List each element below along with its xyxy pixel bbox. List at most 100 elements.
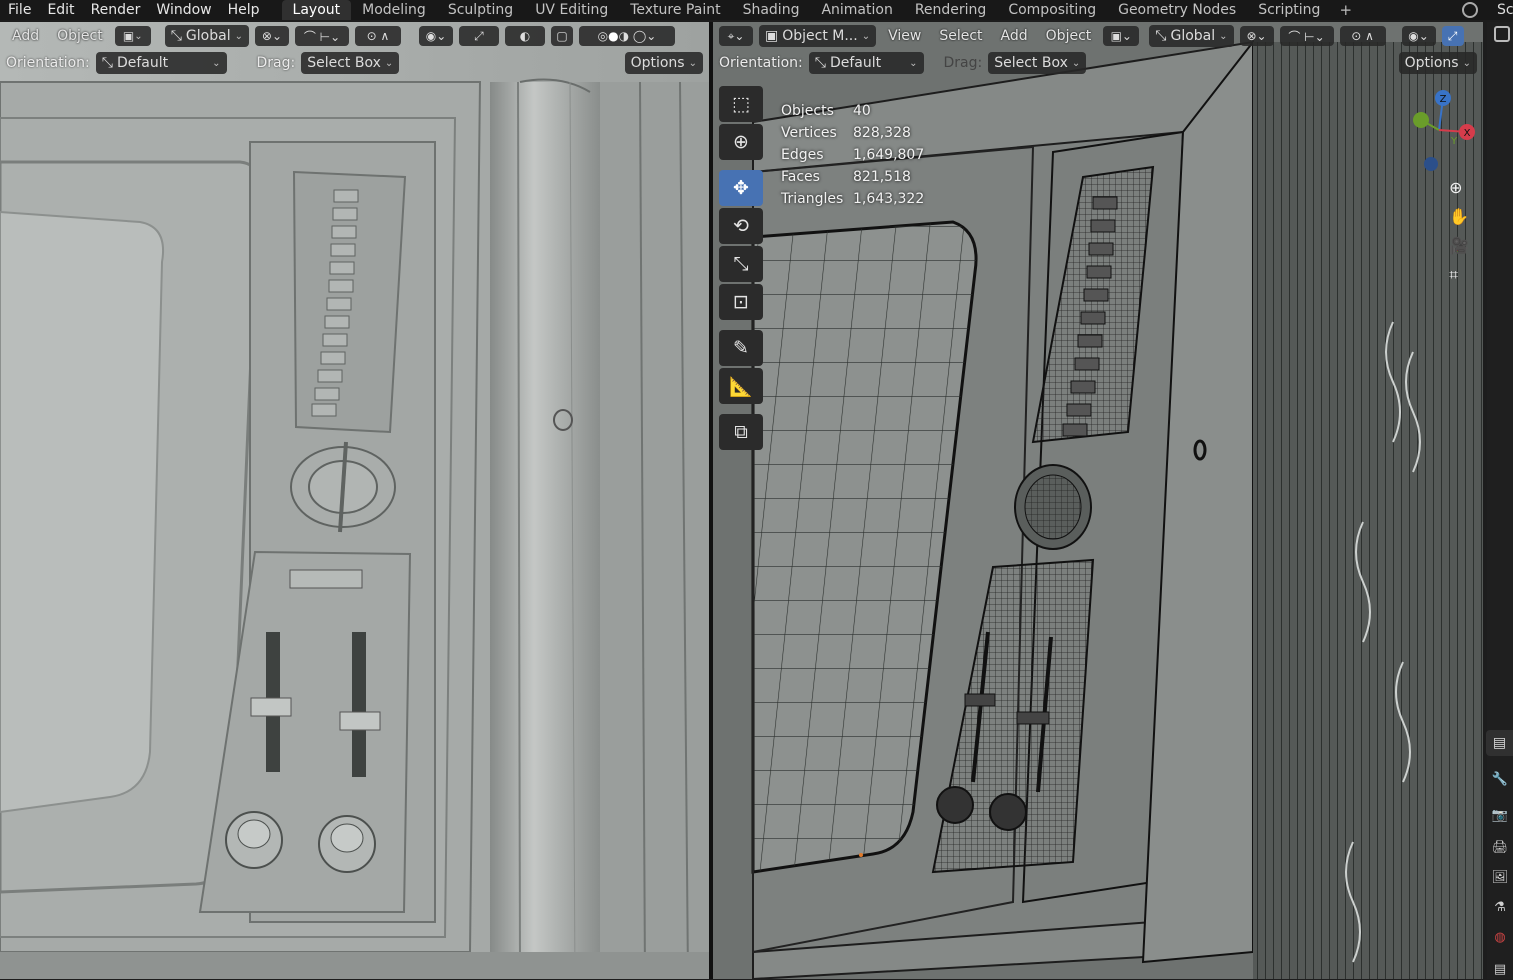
zoom-icon[interactable]: ⊕	[1449, 178, 1469, 197]
outliner-toggle-icon[interactable]	[1494, 26, 1510, 42]
left-proportional-edit-icon[interactable]: ⊙ ∧	[354, 26, 401, 46]
measure-tool[interactable]: 📐	[719, 368, 763, 404]
chevron-down-icon: ⌄	[1219, 30, 1228, 42]
orientation-gizmo-icon: ⤡	[170, 28, 182, 44]
tab-geometry-nodes[interactable]: Geometry Nodes	[1107, 0, 1247, 20]
menu-render[interactable]: Render	[83, 0, 149, 20]
left-orientation-value: Global	[185, 28, 231, 44]
axis-y-label: Y	[1450, 136, 1458, 147]
right-drag-dropdown[interactable]: Select Box ⌄	[988, 52, 1087, 74]
stat-value: 40	[853, 103, 871, 119]
collection-properties-icon[interactable]: ▤	[1491, 962, 1509, 980]
right-pivot-icon[interactable]: ⊗⌄	[1239, 26, 1274, 46]
rotate-tool[interactable]: ⟲	[719, 208, 763, 244]
right-orientation-dropdown[interactable]: ⤡ Default ⌄	[808, 52, 924, 74]
stat-label: Edges	[781, 147, 824, 163]
left-drag-label: Drag:	[256, 55, 296, 71]
right-orientation-dropdown-value: Default	[829, 55, 882, 71]
right-visibility-icon[interactable]: ◉⌄	[1401, 26, 1436, 46]
right-gizmo-icon[interactable]: ⤢	[1441, 26, 1464, 46]
stat-row-edges: Edges 1,649,807	[781, 144, 924, 166]
stat-row-faces: Faces 821,518	[781, 166, 924, 188]
viewport-right-wireframe[interactable]: ⌖⌄ ▣ Object M... ⌄ View Select Add Object …	[713, 22, 1483, 979]
right-view-menu[interactable]: View	[882, 25, 927, 47]
add-workspace-button[interactable]: +	[1331, 0, 1360, 20]
left-transform-orientation[interactable]: ⤡ Global ⌄	[164, 25, 249, 47]
world-properties-icon[interactable]: ◍	[1491, 930, 1509, 948]
left-object-menu[interactable]: Object	[51, 25, 109, 47]
left-object-type-visibility[interactable]: ▣ ⌄	[114, 26, 151, 46]
tab-rendering[interactable]: Rendering	[904, 0, 998, 20]
sidebar-toggle-handle[interactable]: ▤	[1486, 730, 1513, 756]
left-xray-icon[interactable]: ▢	[550, 26, 573, 46]
right-add-menu[interactable]: Add	[995, 25, 1034, 47]
mode-selector-value: Object M...	[782, 28, 858, 44]
right-proportional-edit-icon[interactable]: ⊙ ∧	[1339, 26, 1386, 46]
left-gizmo-icon[interactable]: ⤢	[458, 26, 499, 46]
stat-label: Triangles	[781, 191, 844, 207]
tool-shelf: ⬚ ⊕ ✥ ⟲ ⤡ ⊡ ✎ 📐 ⧉	[719, 86, 765, 450]
scale-tool[interactable]: ⤡	[719, 246, 763, 282]
pan-hand-icon[interactable]: ✋	[1449, 207, 1469, 226]
left-visibility-icon[interactable]: ◉⌄	[418, 26, 453, 46]
left-shading-modes[interactable]: ◎ ● ◑ ◯⌄	[578, 26, 675, 46]
mode-selector[interactable]: ▣ Object M... ⌄	[759, 25, 877, 47]
tab-compositing[interactable]: Compositing	[997, 0, 1107, 20]
viewport-left-solid[interactable]: Add Object ▣ ⌄ ⤡ Global ⌄ ⊗⌄ ⌒ ⊢⌄ ⊙ ∧ ◉⌄ ⤢ …	[0, 22, 709, 979]
transform-tool[interactable]: ⊡	[719, 284, 763, 320]
stat-value: 1,649,807	[853, 147, 925, 163]
menu-file[interactable]: File	[0, 0, 39, 20]
right-drag-label: Drag:	[943, 55, 983, 71]
stat-label: Faces	[781, 169, 820, 185]
tab-shading[interactable]: Shading	[732, 0, 811, 20]
chevron-down-icon: ⌄	[234, 30, 243, 42]
select-box-tool[interactable]: ⬚	[719, 86, 763, 122]
right-select-menu[interactable]: Select	[933, 25, 988, 47]
chevron-down-icon: ⌄	[212, 57, 221, 69]
menu-edit[interactable]: Edit	[39, 0, 82, 20]
left-tool-settings: Orientation: ⤡ Default ⌄ Drag: Select Box…	[0, 50, 709, 76]
tool-properties-icon[interactable]: 🔧	[1491, 772, 1509, 790]
scene-selector-icon[interactable]	[1462, 2, 1478, 18]
axis-y-handle[interactable]	[1413, 112, 1429, 128]
tab-sculpting[interactable]: Sculpting	[437, 0, 524, 20]
tab-animation[interactable]: Animation	[810, 0, 903, 20]
left-options-button[interactable]: Options ⌄	[624, 52, 703, 74]
right-object-menu[interactable]: Object	[1040, 25, 1098, 47]
right-transform-orientation[interactable]: ⤡ Global ⌄	[1149, 25, 1234, 47]
menu-window[interactable]: Window	[148, 0, 219, 20]
tab-modeling[interactable]: Modeling	[351, 0, 437, 20]
render-properties-icon[interactable]: 📷	[1491, 808, 1509, 826]
tab-layout[interactable]: Layout	[281, 0, 352, 20]
right-object-type-visibility[interactable]: ▣⌄	[1103, 26, 1140, 46]
left-drag-dropdown[interactable]: Select Box ⌄	[301, 52, 400, 74]
tab-texture-paint[interactable]: Texture Paint	[619, 0, 731, 20]
scene-name-partial[interactable]: Sc	[1497, 0, 1513, 20]
ortho-grid-icon[interactable]: ⌗	[1449, 265, 1469, 285]
left-drag-dropdown-value: Select Box	[307, 55, 381, 71]
tab-uv-editing[interactable]: UV Editing	[524, 0, 619, 20]
right-tool-settings: Orientation: ⤡ Default ⌄ Drag: Select Box…	[713, 50, 1483, 76]
navigation-buttons: ⊕ ✋ 🎥 ⌗	[1449, 178, 1469, 285]
editor-type-icon[interactable]: ⌖⌄	[719, 26, 753, 46]
add-cube-tool[interactable]: ⧉	[719, 414, 763, 450]
cursor-tool[interactable]: ⊕	[719, 124, 763, 160]
output-properties-icon[interactable]: 🖨	[1491, 840, 1509, 858]
axis-neg-z-handle[interactable]	[1424, 157, 1438, 171]
camera-view-icon[interactable]: 🎥	[1449, 236, 1469, 255]
left-orientation-label: Orientation:	[6, 55, 90, 71]
left-orientation-dropdown[interactable]: ⤡ Default ⌄	[95, 52, 227, 74]
left-viewport-header: Add Object ▣ ⌄ ⤡ Global ⌄ ⊗⌄ ⌒ ⊢⌄ ⊙ ∧ ◉⌄ ⤢ …	[0, 23, 709, 49]
view-layer-icon[interactable]: 🖼	[1491, 870, 1509, 888]
right-options-button[interactable]: Options ⌄	[1398, 52, 1477, 74]
right-snap-icon[interactable]: ⌒ ⊢⌄	[1279, 26, 1334, 46]
left-add-menu[interactable]: Add	[6, 25, 45, 47]
move-tool[interactable]: ✥	[719, 170, 763, 206]
annotate-tool[interactable]: ✎	[719, 330, 763, 366]
left-pivot-icon[interactable]: ⊗⌄	[254, 26, 289, 46]
tab-scripting[interactable]: Scripting	[1247, 0, 1331, 20]
menu-help[interactable]: Help	[220, 0, 268, 20]
scene-properties-icon[interactable]: ⚗	[1491, 900, 1509, 918]
left-overlay-icon[interactable]: ◐	[504, 26, 545, 46]
left-snap-icon[interactable]: ⌒ ⊢⌄	[294, 26, 349, 46]
